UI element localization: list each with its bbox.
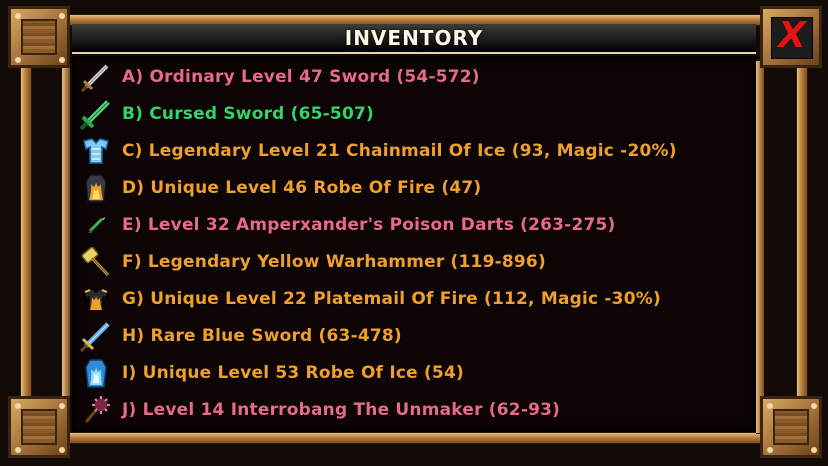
ice-chainmail-icon [78,134,114,168]
frame-bottom-beam [60,432,770,444]
inventory-window: INVENTORY X A) Ordinary Level 47 Sword (… [0,0,828,466]
item-label: J) Level 14 Interrobang The Unmaker (62-… [122,399,561,420]
inventory-item[interactable]: G) Unique Level 22 Platemail Of Fire (11… [78,280,738,317]
inventory-item[interactable]: B) Cursed Sword (65-507) [78,95,738,132]
window-title: INVENTORY [344,26,484,50]
inventory-item[interactable]: E) Level 32 Amperxander's Poison Darts (… [78,206,738,243]
close-icon[interactable]: X [772,15,812,56]
item-label: G) Unique Level 22 Platemail Of Fire (11… [122,288,661,309]
frame-right-beam [796,60,808,400]
frame-right-rail [756,60,764,434]
fire-platemail-icon [78,282,114,316]
green-sword-icon [78,97,114,131]
corner-bottom-right [760,396,822,458]
inventory-item[interactable]: H) Rare Blue Sword (63-478) [78,317,738,354]
item-label: F) Legendary Yellow Warhammer (119-896) [122,251,546,272]
corner-bottom-left [8,396,70,458]
item-label: B) Cursed Sword (65-507) [122,103,374,124]
item-label: D) Unique Level 46 Robe Of Fire (47) [122,177,482,198]
item-label: H) Rare Blue Sword (63-478) [122,325,402,346]
corner-top-left [8,6,70,68]
mace-icon [78,393,114,427]
frame-left-beam [20,60,32,400]
poison-darts-icon [78,208,114,242]
inventory-item[interactable]: D) Unique Level 46 Robe Of Fire (47) [78,169,738,206]
inventory-item[interactable]: A) Ordinary Level 47 Sword (54-572) [78,58,738,95]
item-label: A) Ordinary Level 47 Sword (54-572) [122,66,480,87]
fire-robe-icon [78,171,114,205]
frame-left-rail [62,60,70,434]
sword-icon [78,60,114,94]
item-label: C) Legendary Level 21 Chainmail Of Ice (… [122,140,677,161]
item-label: I) Unique Level 53 Robe Of Ice (54) [122,362,464,383]
item-label: E) Level 32 Amperxander's Poison Darts (… [122,214,616,235]
inventory-item[interactable]: J) Level 14 Interrobang The Unmaker (62-… [78,391,738,428]
close-button-face[interactable]: X [771,15,813,59]
inventory-item[interactable]: F) Legendary Yellow Warhammer (119-896) [78,243,738,280]
blue-sword-icon [78,319,114,353]
title-bar: INVENTORY [72,24,756,54]
ice-robe-icon [78,356,114,390]
inventory-item[interactable]: I) Unique Level 53 Robe Of Ice (54) [78,354,738,391]
inventory-item[interactable]: C) Legendary Level 21 Chainmail Of Ice (… [78,132,738,169]
warhammer-icon [78,245,114,279]
inventory-list: A) Ordinary Level 47 Sword (54-572) B) C… [78,58,738,428]
close-button[interactable]: X [760,6,822,68]
